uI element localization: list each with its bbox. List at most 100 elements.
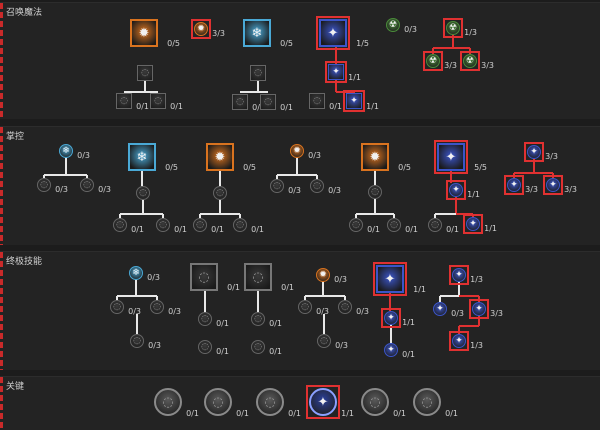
tree-connector: [514, 172, 534, 174]
skill-node-u6[interactable]: ✦ 1/3: [449, 265, 483, 285]
skill-rank-label: 0/5: [398, 163, 411, 172]
skill-rank-label: 0/1: [216, 347, 229, 356]
skill-glyph: ◌: [313, 95, 321, 106]
skill-node-c6b[interactable]: ✦ 1/1: [463, 214, 497, 234]
skill-node-u1c[interactable]: ◌ 0/3: [130, 334, 161, 350]
tree-connector: [136, 295, 157, 297]
skill-node-u3[interactable]: ◌ 0/1: [244, 263, 294, 292]
skill-node-u5[interactable]: ✦ 1/1: [373, 262, 426, 296]
summon-spirit-alt-icon: ◌: [309, 93, 325, 109]
skill-node-c4b[interactable]: ◌ 0/3: [310, 179, 341, 195]
skill-node-s1[interactable]: ✹ 0/5: [130, 19, 180, 48]
skill-node-u2a[interactable]: ◌ 0/1: [198, 312, 229, 328]
skill-node-k2[interactable]: ◌ 0/1: [204, 388, 249, 418]
frost-passive-icon: ❄: [59, 144, 73, 158]
skill-node-s4a[interactable]: ✦ 1/1: [325, 61, 361, 83]
skill-node-c3[interactable]: ✹ 0/5: [206, 143, 256, 172]
skill-node-u4a[interactable]: ◌ 0/3: [298, 300, 329, 316]
skill-node-s1b[interactable]: ◌ 0/1: [116, 93, 149, 111]
skill-rank-label: 0/3: [168, 307, 181, 316]
ult-dragon-icon: ✦: [376, 265, 404, 293]
skill-node-s1c[interactable]: ◌ 0/1: [150, 93, 183, 111]
ult-skull-b-icon: ◌: [251, 340, 265, 354]
fire-passive-b-icon: ◌: [310, 179, 324, 193]
skill-node-u2b[interactable]: ◌ 0/1: [198, 340, 229, 356]
skill-node-c2c[interactable]: ◌ 0/1: [156, 218, 187, 234]
skill-node-c1b[interactable]: ◌ 0/3: [80, 178, 111, 194]
skill-glyph: ◌: [254, 67, 262, 78]
skill-node-u1[interactable]: ❄ 0/3: [129, 266, 160, 282]
skill-glyph: ◌: [212, 394, 224, 410]
skill-node-s6[interactable]: ☢ 1/3: [443, 18, 477, 38]
ult-fire-b-icon: ◌: [338, 300, 352, 314]
skill-glyph: ✦: [384, 271, 396, 287]
skill-node-k1[interactable]: ◌ 0/1: [154, 388, 199, 418]
skill-node-s4c[interactable]: ◌ 0/1: [309, 93, 342, 111]
vortex-shock-icon: ✦: [466, 217, 480, 231]
skill-node-s3c[interactable]: ◌ 0/1: [260, 94, 293, 112]
skill-glyph: ✦: [510, 179, 518, 190]
skill-node-c6a[interactable]: ✦ 1/1: [446, 180, 480, 200]
skill-node-c1[interactable]: ❄ 0/3: [59, 144, 90, 160]
skill-node-c4a[interactable]: ◌ 0/3: [270, 179, 301, 195]
skill-node-s6b[interactable]: ☢ 3/3: [460, 51, 494, 71]
ult-skull-icon: ◌: [244, 263, 272, 291]
skill-node-c6[interactable]: ✦ 5/5: [434, 140, 487, 174]
skill-node-k6[interactable]: ◌ 0/1: [413, 388, 458, 418]
skill-node-s3b[interactable]: ◌ 0/1: [232, 94, 265, 112]
skill-glyph: ☢: [465, 55, 475, 66]
skill-node-c4[interactable]: ✹ 0/3: [290, 144, 321, 160]
section-title-key: 关键: [6, 382, 25, 392]
skill-node-s2[interactable]: ✹ 3/3: [191, 19, 225, 39]
skill-node-c2[interactable]: ❄ 0/5: [128, 143, 178, 172]
skill-node-u3b[interactable]: ◌ 0/1: [251, 340, 282, 356]
skill-rank-label: 3/3: [564, 185, 577, 194]
skill-node-u4[interactable]: ✹ 0/3: [316, 268, 347, 284]
skill-node-c3a[interactable]: ◌: [213, 186, 227, 200]
skill-glyph: ✦: [387, 312, 395, 323]
skill-node-c5c[interactable]: ◌ 0/1: [387, 218, 418, 234]
skill-node-s1a[interactable]: ◌: [137, 65, 153, 81]
skill-node-s4[interactable]: ✦ 1/5: [316, 16, 369, 50]
skill-node-c5[interactable]: ✹ 0/5: [361, 143, 411, 172]
skill-node-c3b[interactable]: ◌ 0/1: [193, 218, 224, 234]
skill-node-c3c[interactable]: ◌ 0/1: [233, 218, 264, 234]
skill-node-k4[interactable]: ✦ 1/1: [306, 385, 354, 419]
tree-connector: [220, 213, 240, 215]
skill-node-c7b[interactable]: ✦ 3/3: [543, 175, 577, 195]
skill-node-k5[interactable]: ◌ 0/1: [361, 388, 406, 418]
skill-node-u1a[interactable]: ◌ 0/3: [110, 300, 141, 316]
skill-node-u4b[interactable]: ◌ 0/3: [338, 300, 369, 316]
skill-node-u5a[interactable]: ✦ 1/1: [381, 308, 415, 328]
skill-glyph: ☢: [388, 19, 398, 30]
skill-node-u3a[interactable]: ◌ 0/1: [251, 312, 282, 328]
skill-rank-label: 0/1: [402, 350, 415, 359]
skill-node-k3[interactable]: ◌ 0/1: [256, 388, 301, 418]
skill-node-s5[interactable]: ☢ 0/3: [386, 18, 417, 34]
skill-node-u2[interactable]: ◌ 0/1: [190, 263, 240, 292]
skill-node-u5b[interactable]: ✦ 0/1: [384, 343, 415, 359]
skill-node-s3[interactable]: ❄ 0/5: [243, 19, 293, 48]
skill-node-c7a[interactable]: ✦ 3/3: [504, 175, 538, 195]
skill-node-s6a[interactable]: ☢ 3/3: [423, 51, 457, 71]
section-title-ultimate: 终极技能: [6, 257, 43, 267]
skill-glyph: ✦: [455, 269, 463, 280]
skill-node-u6a[interactable]: ✦ 0/3: [433, 302, 464, 318]
skill-glyph: ✦: [475, 303, 483, 314]
skill-node-c2b[interactable]: ◌ 0/1: [113, 218, 144, 234]
skill-node-s3a[interactable]: ◌: [250, 65, 266, 81]
skill-node-c5b[interactable]: ◌ 0/1: [349, 218, 380, 234]
skill-node-c2a[interactable]: ◌: [136, 186, 150, 200]
skill-node-c5a[interactable]: ◌: [368, 185, 382, 199]
skill-node-u6c[interactable]: ✦ 1/3: [449, 331, 483, 351]
skill-node-c7[interactable]: ✦ 3/3: [524, 142, 558, 162]
skill-node-s4b[interactable]: ✦ 1/1: [343, 90, 379, 112]
vortex-alt-icon: ◌: [428, 218, 442, 232]
skill-node-u6b[interactable]: ✦ 3/3: [469, 299, 503, 319]
skill-glyph: ◌: [201, 313, 209, 324]
skill-node-c1a[interactable]: ◌ 0/3: [37, 178, 68, 194]
skill-rank-label: 0/1: [227, 283, 240, 292]
skill-node-u1b[interactable]: ◌ 0/3: [150, 300, 181, 316]
skill-node-c6c[interactable]: ◌ 0/1: [428, 218, 459, 234]
skill-node-u4c[interactable]: ◌ 0/3: [317, 334, 348, 350]
